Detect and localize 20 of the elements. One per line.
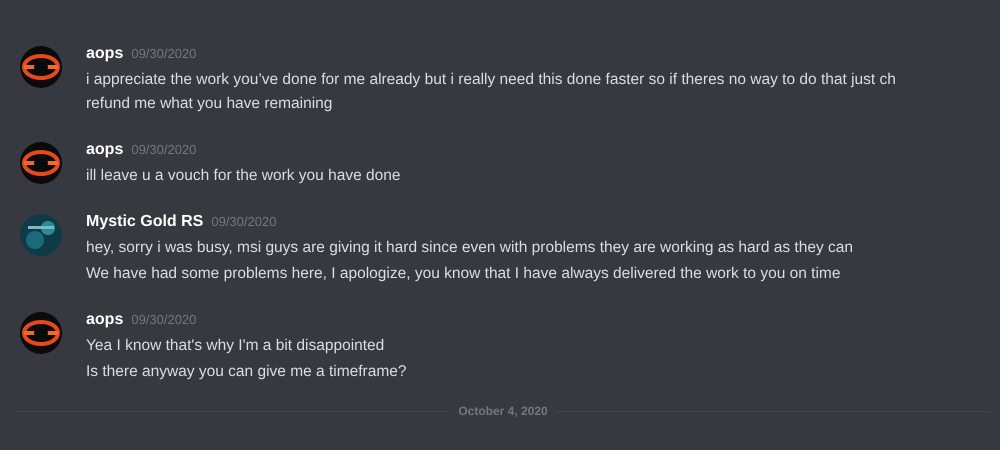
timestamp: 09/30/2020 xyxy=(211,213,276,231)
timestamp: 09/30/2020 xyxy=(131,141,196,159)
timestamp: 09/30/2020 xyxy=(131,45,196,63)
message-text: Is there anyway you can give me a timeframe? xyxy=(86,362,406,382)
avatar-icon[interactable] xyxy=(20,312,62,354)
username[interactable]: aops xyxy=(86,308,124,332)
username[interactable]: Mystic Gold RS xyxy=(86,210,204,234)
message-text: We have had some problems here, I apologize, you know that I have always delivered the work to you on time xyxy=(86,264,842,284)
avatar-icon[interactable] xyxy=(20,142,62,184)
timestamp: 09/30/2020 xyxy=(131,311,196,329)
username[interactable]: aops xyxy=(86,42,124,66)
message-text: ill leave u a vouch for the work you have done xyxy=(86,166,400,186)
avatar-icon[interactable] xyxy=(20,46,62,88)
message-text: hey, sorry i was busy, msi guys are giving it hard since even with problems they are working as hard as they can xyxy=(86,238,854,258)
message-text: Yea I know that's why I'm a bit disappointed xyxy=(86,336,386,356)
message-text: refund me what you have remaining xyxy=(86,94,334,114)
message-text: i appreciate the work you’ve done for me already but i really need this done faster so if theres no way to do that just ch xyxy=(86,70,896,90)
username[interactable]: aops xyxy=(86,138,124,162)
avatar-icon[interactable] xyxy=(20,214,62,256)
date-divider: October 4, 2020 xyxy=(457,403,549,420)
